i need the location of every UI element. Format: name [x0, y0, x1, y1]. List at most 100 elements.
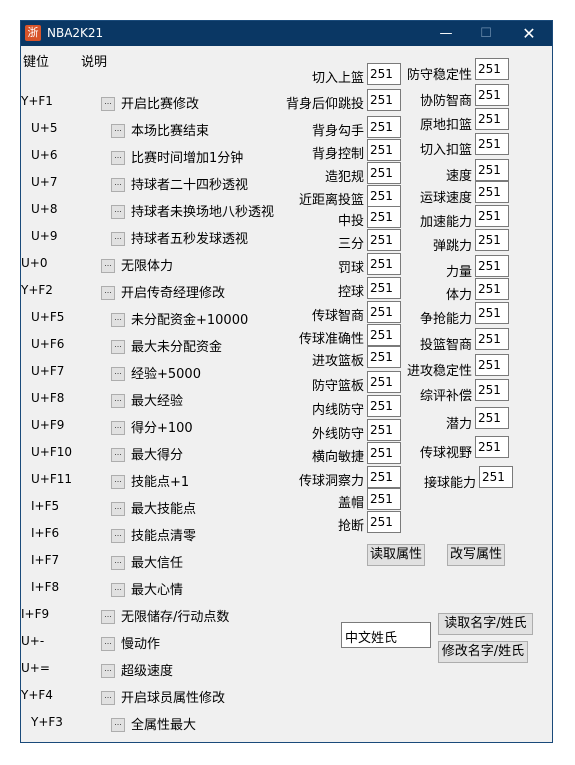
feature-label: 无限储存/行动点数 — [121, 610, 230, 625]
attribute-label: 背身后仰跳投 — [285, 97, 364, 112]
feature-toggle-checkbox[interactable]: ... — [101, 97, 115, 111]
attribute-value-input[interactable]: 251 — [475, 436, 509, 458]
feature-toggle-checkbox[interactable]: ... — [101, 637, 115, 651]
maximize-icon[interactable]: ☐ — [466, 21, 506, 46]
write-attributes-button[interactable]: 改写属性 — [447, 544, 505, 566]
attribute-value-input[interactable]: 251 — [367, 89, 401, 111]
feature-toggle-checkbox[interactable]: ... — [111, 205, 125, 219]
feature-toggle-checkbox[interactable]: ... — [101, 664, 115, 678]
attribute-value-input[interactable]: 251 — [475, 133, 509, 155]
attribute-value-input[interactable]: 251 — [475, 58, 509, 80]
attribute-value-input[interactable]: 251 — [367, 63, 401, 85]
attribute-value-input[interactable]: 251 — [367, 442, 401, 464]
attribute-label: 综评补偿 — [419, 389, 472, 404]
feature-toggle-checkbox[interactable]: ... — [111, 394, 125, 408]
menu-help[interactable]: 说明 — [81, 51, 107, 70]
attribute-value-input[interactable]: 251 — [367, 488, 401, 510]
attribute-value-input[interactable]: 251 — [367, 277, 401, 299]
feature-toggle-checkbox[interactable]: ... — [101, 610, 115, 624]
attribute-value-input[interactable]: 251 — [475, 354, 509, 376]
feature-hotkey: U+7 — [31, 175, 58, 189]
modify-name-button[interactable]: 修改名字/姓氏 — [438, 641, 528, 663]
feature-toggle-checkbox[interactable]: ... — [111, 529, 125, 543]
attribute-value-input[interactable]: 251 — [367, 229, 401, 251]
feature-toggle-checkbox[interactable]: ... — [111, 556, 125, 570]
feature-hotkey: Y+F4 — [21, 688, 53, 702]
read-name-button[interactable]: 读取名字/姓氏 — [438, 613, 533, 635]
feature-toggle-checkbox[interactable]: ... — [111, 583, 125, 597]
attribute-label: 横向敏捷 — [311, 450, 364, 465]
attribute-value-input[interactable]: 251 — [475, 328, 509, 350]
feature-toggle-checkbox[interactable]: ... — [111, 367, 125, 381]
feature-toggle-checkbox[interactable]: ... — [101, 286, 115, 300]
feature-toggle-checkbox[interactable]: ... — [111, 232, 125, 246]
attribute-value-input[interactable]: 251 — [479, 466, 513, 488]
attribute-label: 传球洞察力 — [298, 474, 364, 489]
attribute-value-input[interactable]: 251 — [475, 84, 509, 106]
feature-toggle-checkbox[interactable]: ... — [101, 691, 115, 705]
close-icon[interactable]: ✕ — [509, 21, 549, 46]
attribute-value-input[interactable]: 251 — [475, 229, 509, 251]
attribute-value-input[interactable]: 251 — [367, 301, 401, 323]
attribute-value-input[interactable]: 251 — [367, 185, 401, 207]
attribute-label: 速度 — [445, 169, 472, 184]
attribute-value-input[interactable]: 251 — [367, 371, 401, 393]
attribute-value-input[interactable]: 251 — [475, 205, 509, 227]
attribute-value-input[interactable]: 251 — [367, 466, 401, 488]
attribute-value-input[interactable]: 251 — [475, 159, 509, 181]
attribute-value-input[interactable]: 251 — [367, 253, 401, 275]
feature-toggle-checkbox[interactable]: ... — [111, 475, 125, 489]
feature-toggle-checkbox[interactable]: ... — [111, 340, 125, 354]
attribute-value-input[interactable]: 251 — [367, 116, 401, 138]
attribute-value-input[interactable]: 251 — [475, 181, 509, 203]
feature-hotkey: U+F11 — [31, 472, 73, 486]
feature-toggle-checkbox[interactable]: ... — [111, 448, 125, 462]
attribute-label: 防守稳定性 — [406, 68, 472, 83]
feature-label: 最大得分 — [131, 448, 184, 463]
feature-toggle-checkbox[interactable]: ... — [111, 502, 125, 516]
feature-toggle-checkbox[interactable]: ... — [111, 178, 125, 192]
title-bar[interactable]: 浙 NBA2K21 — ☐ ✕ — [21, 21, 552, 46]
attribute-value-input[interactable]: 251 — [367, 139, 401, 161]
feature-toggle-checkbox[interactable]: ... — [111, 124, 125, 138]
attribute-label: 背身勾手 — [311, 124, 364, 139]
attribute-value-input[interactable]: 251 — [475, 278, 509, 300]
feature-toggle-checkbox[interactable]: ... — [111, 718, 125, 732]
feature-hotkey: I+F5 — [31, 499, 60, 513]
feature-toggle-checkbox[interactable]: ... — [111, 151, 125, 165]
feature-label: 开启比赛修改 — [121, 97, 200, 112]
surname-input[interactable]: 中文姓氏 — [341, 622, 431, 648]
attribute-value-input[interactable]: 251 — [475, 407, 509, 429]
app-icon: 浙 — [25, 25, 41, 41]
attribute-value-input[interactable]: 251 — [367, 324, 401, 346]
attribute-value-input[interactable]: 251 — [475, 379, 509, 401]
attribute-label: 三分 — [337, 237, 364, 252]
attribute-value-input[interactable]: 251 — [367, 206, 401, 228]
feature-label: 最大信任 — [131, 556, 184, 571]
attribute-value-input[interactable]: 251 — [367, 162, 401, 184]
feature-label: 未分配资金+10000 — [131, 313, 249, 328]
minimize-icon[interactable]: — — [426, 21, 466, 46]
feature-toggle-checkbox[interactable]: ... — [101, 259, 115, 273]
feature-hotkey: I+F9 — [21, 607, 50, 621]
attribute-label: 内线防守 — [311, 403, 364, 418]
feature-toggle-checkbox[interactable]: ... — [111, 421, 125, 435]
attribute-value-input[interactable]: 251 — [475, 302, 509, 324]
feature-hotkey: U+F7 — [31, 364, 65, 378]
attribute-label: 原地扣篮 — [419, 118, 472, 133]
feature-toggle-checkbox[interactable]: ... — [111, 313, 125, 327]
feature-label: 最大未分配资金 — [131, 340, 223, 355]
menu-hotkeys[interactable]: 键位 — [23, 51, 49, 70]
attribute-value-input[interactable]: 251 — [475, 108, 509, 130]
attribute-value-input[interactable]: 251 — [367, 346, 401, 368]
read-attributes-button[interactable]: 读取属性 — [367, 544, 425, 566]
attribute-value-input[interactable]: 251 — [475, 255, 509, 277]
attribute-value-input[interactable]: 251 — [367, 419, 401, 441]
attribute-value-input[interactable]: 251 — [367, 511, 401, 533]
attribute-label: 进攻篮板 — [311, 354, 364, 369]
attribute-value-input[interactable]: 251 — [367, 395, 401, 417]
feature-label: 开启球员属性修改 — [121, 691, 226, 706]
attribute-label: 运球速度 — [419, 191, 472, 206]
attribute-label: 传球视野 — [419, 446, 472, 461]
feature-hotkey: U+F10 — [31, 445, 73, 459]
